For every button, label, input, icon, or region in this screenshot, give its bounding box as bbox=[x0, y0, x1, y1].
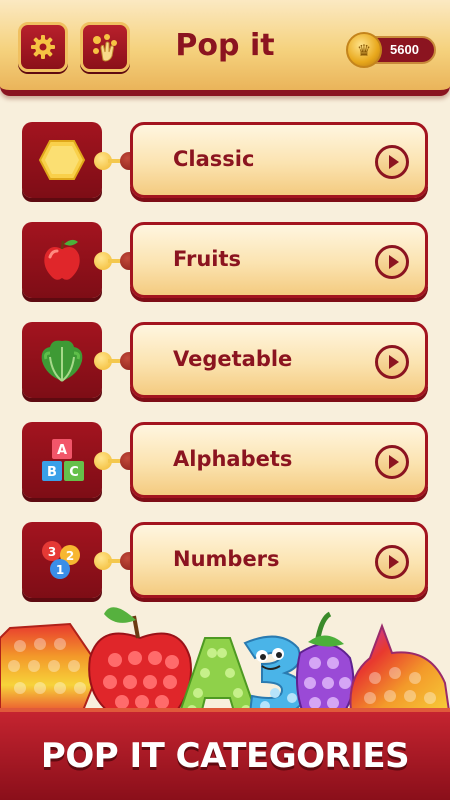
rainbow-hexagon-popit bbox=[0, 622, 102, 718]
lettuce-icon bbox=[41, 340, 83, 382]
category-label: Alphabets bbox=[173, 447, 293, 471]
hint-button[interactable] bbox=[80, 22, 130, 72]
abc-blocks-icon: A B C bbox=[42, 439, 84, 481]
page-title: Pop it bbox=[175, 28, 275, 63]
unicorn-popit bbox=[349, 623, 450, 718]
crown-coin-icon: ♛ bbox=[346, 32, 382, 68]
play-icon[interactable] bbox=[375, 245, 409, 279]
coin-balance: ♛ 5600 bbox=[346, 32, 436, 68]
category-icon-box[interactable] bbox=[22, 122, 102, 198]
category-button-vegetable[interactable]: Vegetable bbox=[130, 322, 428, 398]
category-label: Classic bbox=[173, 147, 255, 171]
category-label: Numbers bbox=[173, 547, 280, 571]
settings-button[interactable] bbox=[18, 22, 68, 72]
category-icon-box[interactable]: A B C bbox=[22, 422, 102, 498]
category-icon-box[interactable]: 3 2 1 bbox=[22, 522, 102, 598]
svg-text:A: A bbox=[57, 443, 67, 458]
category-row-numbers: 3 2 1 Numbers bbox=[0, 522, 450, 602]
category-row-alphabets: A B C Alphabets bbox=[0, 422, 450, 502]
category-icon-box[interactable] bbox=[22, 322, 102, 398]
category-button-classic[interactable]: Classic bbox=[130, 122, 428, 198]
number-three-popit bbox=[243, 635, 305, 716]
apple-popit bbox=[88, 607, 192, 714]
eggplant-popit bbox=[296, 611, 355, 718]
category-label: Vegetable bbox=[173, 347, 293, 371]
hexagon-icon bbox=[38, 140, 86, 180]
svg-text:2: 2 bbox=[66, 549, 74, 563]
play-icon[interactable] bbox=[375, 445, 409, 479]
category-icon-box[interactable] bbox=[22, 222, 102, 298]
play-icon[interactable] bbox=[375, 345, 409, 379]
svg-text:C: C bbox=[69, 465, 79, 480]
apple-icon bbox=[44, 239, 80, 280]
top-bar: Pop it ♛ 5600 bbox=[0, 0, 450, 96]
pop-it-toys-illustration bbox=[0, 607, 450, 718]
coin-count: 5600 bbox=[390, 42, 419, 57]
category-label: Fruits bbox=[173, 247, 242, 271]
svg-text:3: 3 bbox=[48, 545, 56, 559]
footer-banner: POP IT CATEGORIES bbox=[0, 708, 450, 800]
number-balloons-icon: 3 2 1 bbox=[42, 541, 80, 579]
tap-hint-icon bbox=[93, 34, 117, 62]
category-row-fruits: Fruits bbox=[0, 222, 450, 302]
play-icon[interactable] bbox=[375, 145, 409, 179]
play-icon[interactable] bbox=[375, 545, 409, 579]
category-row-vegetable: Vegetable bbox=[0, 322, 450, 402]
category-row-classic: Classic bbox=[0, 122, 450, 202]
category-button-numbers[interactable]: Numbers bbox=[130, 522, 428, 598]
svg-text:1: 1 bbox=[56, 563, 64, 577]
gear-icon bbox=[31, 35, 55, 59]
svg-text:B: B bbox=[47, 465, 57, 480]
banner-title: POP IT CATEGORIES bbox=[40, 736, 410, 776]
category-button-fruits[interactable]: Fruits bbox=[130, 222, 428, 298]
category-button-alphabets[interactable]: Alphabets bbox=[130, 422, 428, 498]
